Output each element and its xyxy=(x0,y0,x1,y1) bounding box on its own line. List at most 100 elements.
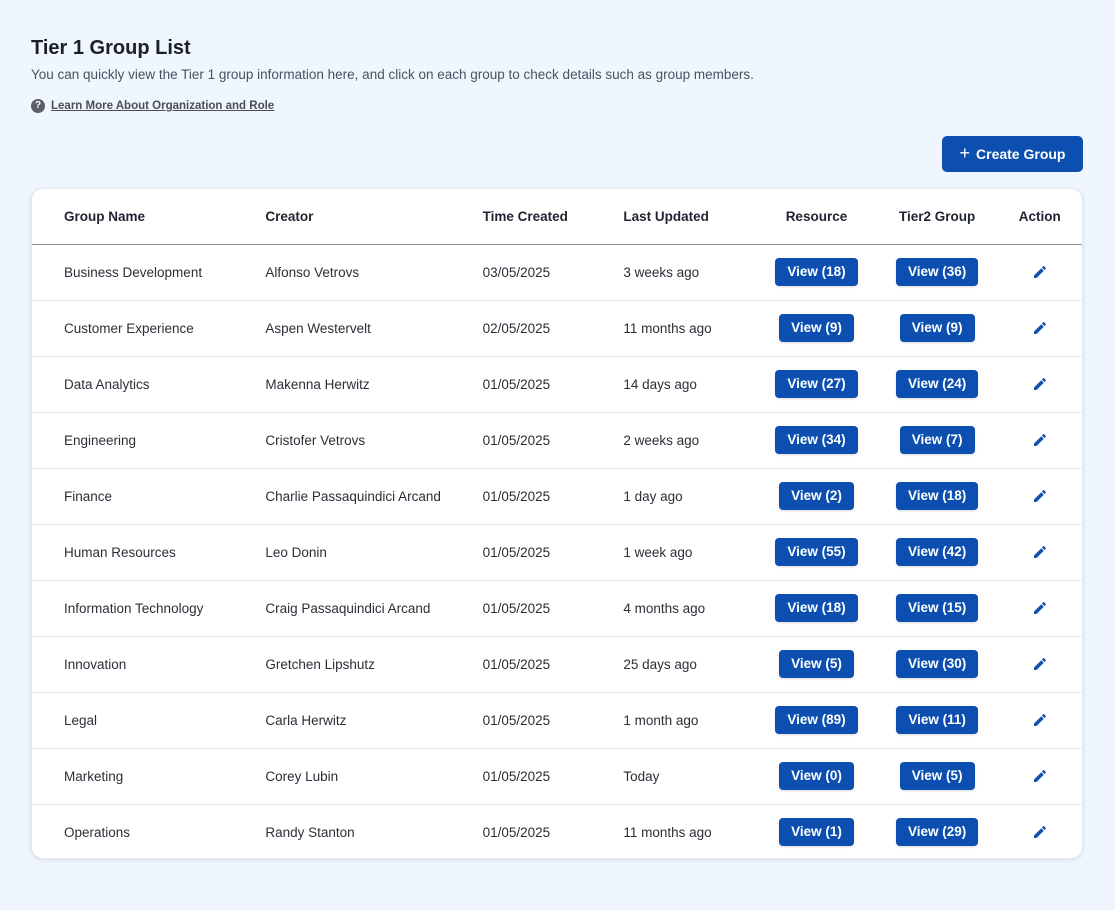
table-row[interactable]: Engineering Cristofer Vetrovs 01/05/2025 2 … xyxy=(32,412,1082,468)
group-name-cell[interactable]: Customer Experience xyxy=(32,300,265,356)
group-name-cell[interactable]: Business Development xyxy=(32,244,265,300)
pencil-edit-icon[interactable] xyxy=(1032,600,1048,616)
view-resource-button[interactable]: View (18) xyxy=(775,594,858,622)
table-row[interactable]: Business Development Alfonso Vetrovs 03/05… xyxy=(32,244,1082,300)
time-created-cell: 01/05/2025 xyxy=(482,712,551,728)
creator-cell: Gretchen Lipshutz xyxy=(265,656,375,672)
table-row[interactable]: Customer Experience Aspen Westervelt 02/05… xyxy=(32,300,1082,356)
view-tier2-group-button[interactable]: View (15) xyxy=(896,594,979,622)
group-name-cell[interactable]: Information Technology xyxy=(32,580,265,636)
time-created-cell: 01/05/2025 xyxy=(482,432,551,448)
view-resource-button[interactable]: View (34) xyxy=(775,426,858,454)
group-name-cell[interactable]: Innovation xyxy=(32,636,265,692)
pencil-edit-icon[interactable] xyxy=(1032,656,1048,672)
pencil-edit-icon[interactable] xyxy=(1032,768,1048,784)
last-updated-cell: 3 weeks ago xyxy=(623,264,700,280)
table-row[interactable]: Legal Carla Herwitz 01/05/2025 1 month ago V… xyxy=(32,692,1082,748)
time-created-cell: 02/05/2025 xyxy=(482,320,551,336)
resource-cell: View (18) xyxy=(756,244,877,300)
action-cell xyxy=(997,300,1082,356)
table-row[interactable]: Marketing Corey Lubin 01/05/2025 Today View … xyxy=(32,748,1082,804)
tier2-group-cell: View (24) xyxy=(877,356,998,412)
view-resource-button[interactable]: View (2) xyxy=(779,482,854,510)
view-tier2-group-button[interactable]: View (42) xyxy=(896,538,979,566)
plus-icon: + xyxy=(959,143,971,163)
view-tier2-group-button[interactable]: View (30) xyxy=(896,650,979,678)
table-row[interactable]: Human Resources Leo Donin 01/05/2025 1 week… xyxy=(32,524,1082,580)
view-resource-button[interactable]: View (1) xyxy=(779,818,854,847)
table-row[interactable]: Innovation Gretchen Lipshutz 01/05/2025 25 … xyxy=(32,636,1082,692)
creator-cell: Craig Passaquindici Arcand xyxy=(265,600,431,616)
last-updated-cell: 14 days ago xyxy=(623,376,697,392)
help-link-container[interactable]: ? Learn More About Organization and Role xyxy=(31,99,274,113)
pencil-edit-icon[interactable] xyxy=(1032,712,1048,728)
action-cell xyxy=(997,692,1082,748)
time-created-cell: 01/05/2025 xyxy=(482,824,551,840)
group-name-cell[interactable]: Finance xyxy=(32,468,265,524)
view-resource-button[interactable]: View (18) xyxy=(775,258,858,286)
tier2-group-cell: View (29) xyxy=(877,804,998,858)
group-name-cell[interactable]: Legal xyxy=(32,692,265,748)
table-row[interactable]: Information Technology Craig Passaquindic… xyxy=(32,580,1082,636)
view-resource-button[interactable]: View (0) xyxy=(779,762,854,790)
action-cell xyxy=(997,356,1082,412)
resource-cell: View (2) xyxy=(756,468,877,524)
column-header-resource: Resource xyxy=(785,208,848,224)
view-tier2-group-button[interactable]: View (7) xyxy=(899,426,975,454)
learn-more-link[interactable]: Learn More About Organization and Role xyxy=(51,100,274,112)
last-updated-cell: 25 days ago xyxy=(623,656,697,672)
last-updated-cell: Today xyxy=(623,768,660,784)
creator-cell: Corey Lubin xyxy=(265,768,339,784)
view-tier2-group-button[interactable]: View (18) xyxy=(896,482,979,510)
last-updated-cell: 1 month ago xyxy=(623,712,699,728)
view-resource-button[interactable]: View (55) xyxy=(775,538,858,566)
view-tier2-group-button[interactable]: View (9) xyxy=(899,314,975,342)
group-name-cell[interactable]: Marketing xyxy=(32,748,265,804)
view-tier2-group-button[interactable]: View (29) xyxy=(896,818,979,847)
creator-cell: Cristofer Vetrovs xyxy=(265,432,366,448)
pencil-edit-icon[interactable] xyxy=(1032,488,1048,504)
column-header-last-updated: Last Updated xyxy=(623,208,709,224)
pencil-edit-icon[interactable] xyxy=(1032,264,1048,280)
time-created-cell: 01/05/2025 xyxy=(482,768,551,784)
table-row[interactable]: Finance Charlie Passaquindici Arcand 01/05… xyxy=(32,468,1082,524)
view-tier2-group-button[interactable]: View (11) xyxy=(896,706,978,734)
view-resource-button[interactable]: View (89) xyxy=(775,706,858,734)
view-tier2-group-button[interactable]: View (5) xyxy=(899,762,975,790)
column-header-group-name: Group Name xyxy=(64,208,146,224)
table-header: Group Name Creator Time Created Last Upd… xyxy=(32,189,1082,244)
resource-cell: View (18) xyxy=(756,580,877,636)
page-subtitle: You can quickly view the Tier 1 group in… xyxy=(31,67,754,82)
pencil-edit-icon[interactable] xyxy=(1032,432,1048,448)
view-tier2-group-button[interactable]: View (24) xyxy=(896,370,979,398)
tier2-group-cell: View (7) xyxy=(877,412,998,468)
pencil-edit-icon[interactable] xyxy=(1032,376,1048,392)
question-circle-icon: ? xyxy=(31,99,45,113)
creator-cell: Leo Donin xyxy=(265,544,327,560)
pencil-edit-icon[interactable] xyxy=(1032,824,1048,840)
table-row[interactable]: Data Analytics Makenna Herwitz 01/05/2025 1… xyxy=(32,356,1082,412)
group-name-cell[interactable]: Human Resources xyxy=(32,524,265,580)
view-resource-button[interactable]: View (27) xyxy=(775,370,858,398)
time-created-cell: 01/05/2025 xyxy=(482,488,551,504)
view-tier2-group-button[interactable]: View (36) xyxy=(896,258,979,286)
pencil-edit-icon[interactable] xyxy=(1032,320,1048,336)
group-table: Group Name Creator Time Created Last Upd… xyxy=(32,189,1082,858)
view-resource-button[interactable]: View (5) xyxy=(779,650,854,678)
group-table-card: Group Name Creator Time Created Last Upd… xyxy=(31,188,1083,859)
view-resource-button[interactable]: View (9) xyxy=(779,314,854,342)
action-cell xyxy=(997,412,1082,468)
tier2-group-cell: View (15) xyxy=(877,580,998,636)
pencil-edit-icon[interactable] xyxy=(1032,544,1048,560)
action-cell xyxy=(997,804,1082,858)
group-name-cell[interactable]: Operations xyxy=(32,804,265,858)
column-header-time-created: Time Created xyxy=(482,208,568,224)
group-name-cell[interactable]: Engineering xyxy=(32,412,265,468)
create-group-button[interactable]: + Create Group xyxy=(942,136,1083,172)
resource-cell: View (5) xyxy=(756,636,877,692)
time-created-cell: 01/05/2025 xyxy=(482,600,551,616)
resource-cell: View (0) xyxy=(756,748,877,804)
action-cell xyxy=(997,748,1082,804)
group-name-cell[interactable]: Data Analytics xyxy=(32,356,265,412)
table-row[interactable]: Operations Randy Stanton 01/05/2025 11 mont… xyxy=(32,804,1082,858)
